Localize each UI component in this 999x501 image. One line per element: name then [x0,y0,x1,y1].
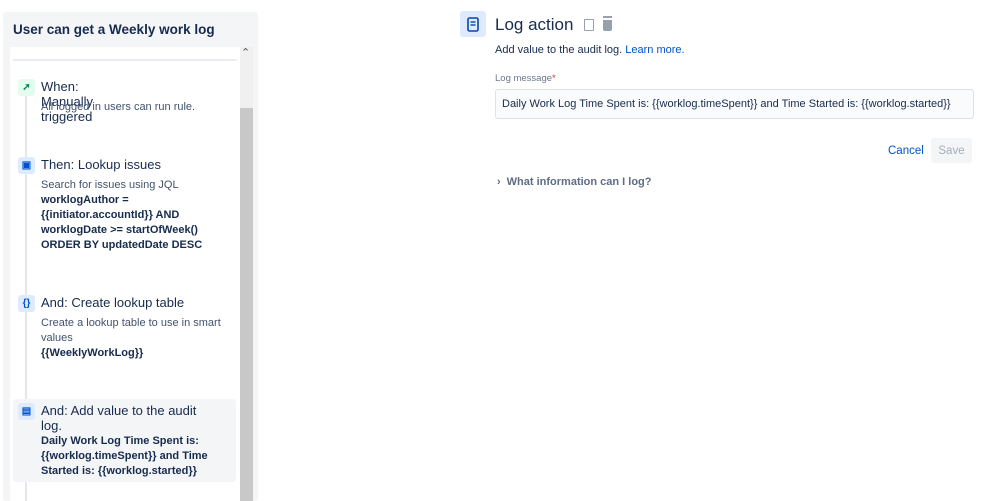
step-manual-trigger[interactable]: ➚ When: Manually triggered All logged in… [18,79,195,124]
chevron-right-icon: › [497,176,501,188]
step-table-name: {{WeeklyWorkLog}} [41,347,144,359]
lookup-icon: ▣ [18,157,35,174]
detail-title: Log action [495,15,612,35]
step-title: And: Create lookup table [41,295,185,310]
step-jql: worklogAuthor = {{initiator.accountId}} … [41,194,203,251]
detail-title-text: Log action [495,15,574,34]
detail-desc-text: Add value to the audit log. [495,44,623,56]
cursor-icon: ➚ [18,79,35,96]
log-icon: ▤ [18,403,35,420]
save-button[interactable]: Save [931,138,972,163]
trash-icon[interactable] [602,18,612,31]
step-title: And: Add value to the audit log. [41,403,197,433]
step-lookup-issues[interactable]: ▣ Then: Lookup issues Search for issues … [18,157,202,251]
step-desc-text: Search for issues using JQL [41,179,179,191]
step-create-lookup-table[interactable]: {} And: Create lookup table Create a loo… [18,295,221,359]
step-desc: Create a lookup table to use in smart va… [41,316,226,361]
copy-icon[interactable] [584,19,595,31]
step-desc: All logged in users can run rule. [41,101,196,113]
step-log-message: Daily Work Log Time Spent is: {{worklog.… [41,435,208,477]
step-title: Then: Lookup issues [41,157,161,172]
detail-desc: Add value to the audit log. Learn more. [495,44,685,56]
step-log-action[interactable]: ▤ And: Add value to the audit log. Daily… [18,403,208,477]
scroll-up-arrow[interactable]: ⌃ [241,46,250,59]
rule-title: User can get a Weekly work log [13,22,215,37]
step-desc: Daily Work Log Time Spent is: {{worklog.… [41,434,216,479]
cancel-button[interactable]: Cancel [888,145,924,157]
field-label-text: Log message [495,73,553,84]
divider [13,59,237,61]
learn-more-link[interactable]: Learn more. [625,44,684,56]
required-marker: * [552,73,556,84]
step-desc: Search for issues using JQL worklogAuthor… [41,178,226,253]
step-desc-text: Create a lookup table to use in smart va… [41,317,221,344]
log-action-icon [460,11,486,37]
field-label: Log message* [495,73,556,84]
braces-icon: {} [18,295,35,312]
expand-info-toggle[interactable]: › What information can I log? [497,176,652,188]
scrollbar-thumb[interactable] [240,108,253,501]
expand-label: What information can I log? [506,176,652,188]
log-message-input[interactable]: Daily Work Log Time Spent is: {{worklog.… [495,89,974,119]
